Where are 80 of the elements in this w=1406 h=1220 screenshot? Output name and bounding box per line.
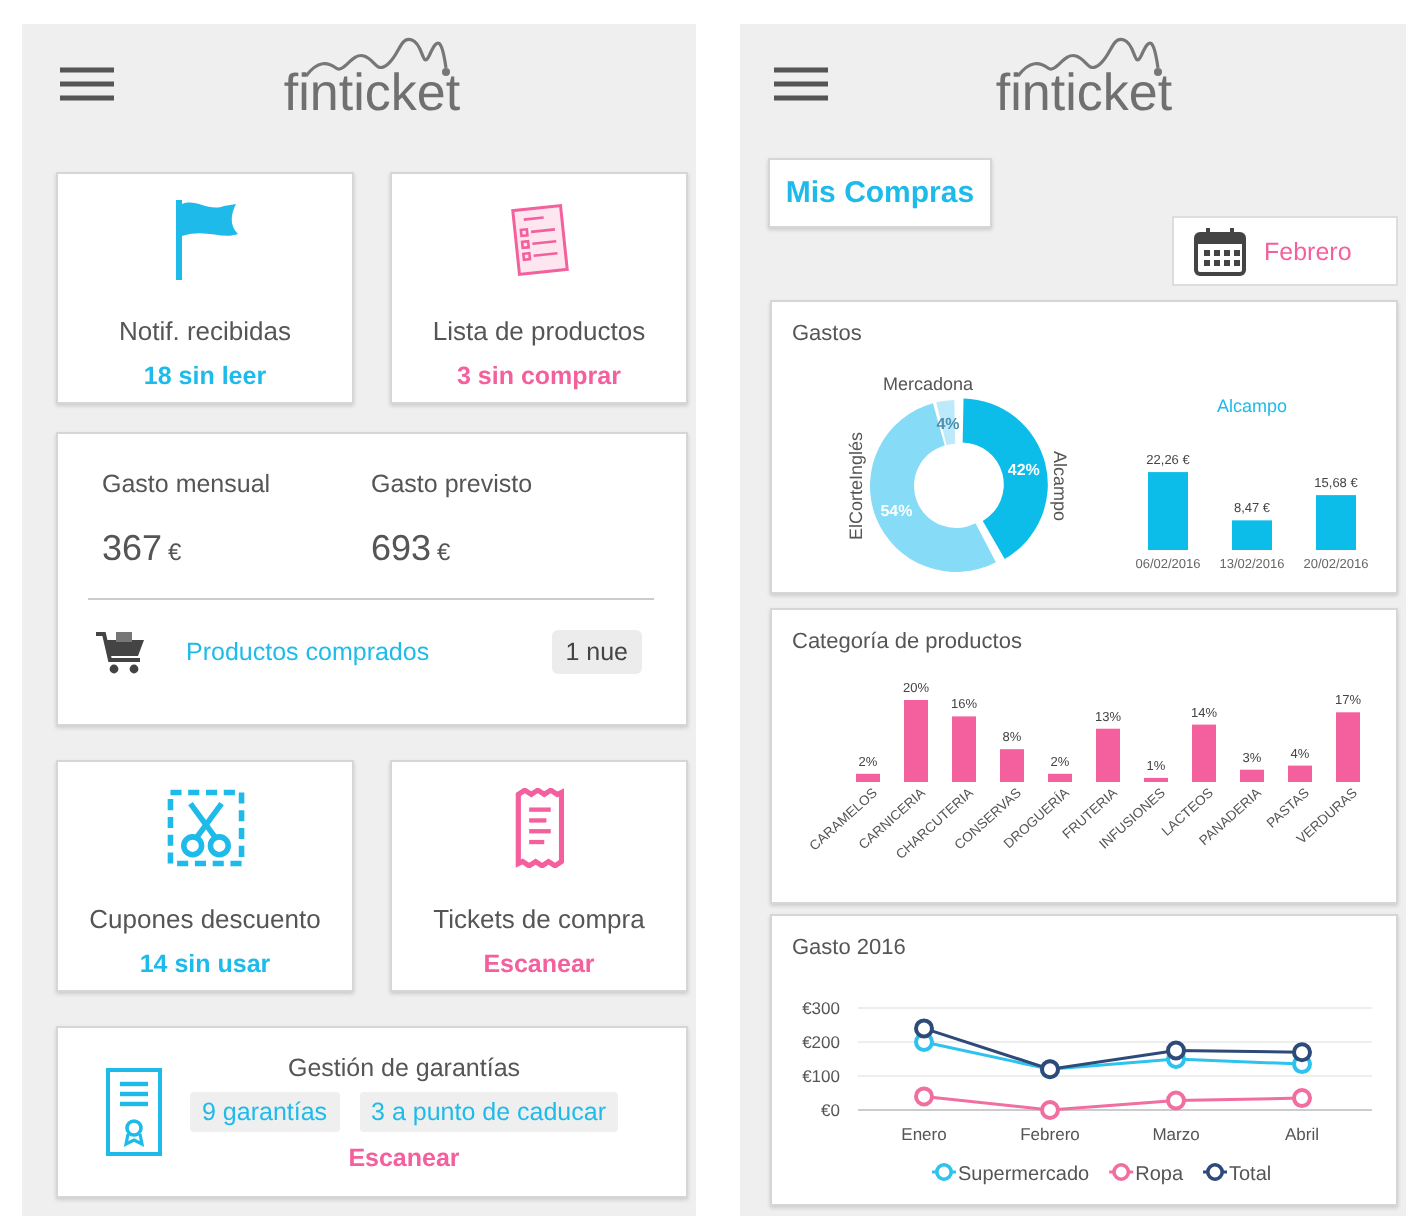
slice-label: 42% — [1007, 460, 1040, 479]
tile-status: 18 sin leer — [143, 362, 267, 390]
slice-label: 54% — [880, 501, 913, 520]
bar — [856, 773, 880, 782]
menu-icon[interactable] — [60, 66, 114, 102]
card-title: Gastos — [792, 322, 864, 346]
bar — [1288, 765, 1312, 782]
calendar-icon — [1194, 227, 1246, 275]
bar — [1000, 749, 1024, 782]
bar — [1192, 724, 1216, 782]
y-axis-label: €0 — [821, 1100, 840, 1120]
currency-symbol: € — [168, 538, 182, 566]
tile-status: Escanear — [483, 950, 595, 978]
flag-icon — [171, 200, 239, 280]
data-point — [914, 1086, 934, 1107]
status-chip[interactable]: 9 garantías — [190, 1091, 340, 1131]
app-logo: finticket — [995, 68, 1173, 116]
amount-value: 693 — [371, 528, 432, 570]
tile-card[interactable]: Lista de productos 3 sin comprar — [390, 172, 688, 404]
tile-title: Notif. recibidas — [119, 316, 291, 346]
bar — [952, 716, 976, 782]
bar — [1144, 777, 1168, 782]
data-point — [1166, 1090, 1186, 1111]
category-label: Mercadona — [882, 374, 974, 394]
legend-marker-icon — [1109, 1163, 1134, 1181]
tile-card[interactable]: Cupones descuento 14 sin usar — [56, 760, 354, 992]
data-point — [1292, 1042, 1312, 1063]
tile-title: Lista de productos — [432, 316, 646, 346]
y-axis-label: €200 — [802, 1032, 840, 1052]
month-picker[interactable]: Febrero — [1172, 216, 1398, 286]
amount-value: 367 — [102, 528, 163, 570]
chart-title: Alcampo — [1217, 396, 1287, 416]
data-point — [1292, 1088, 1312, 1109]
tile-card[interactable]: Notif. recibidas 18 sin leer — [56, 172, 354, 404]
bar — [1048, 773, 1072, 782]
cart-icon — [96, 630, 144, 674]
currency-symbol: € — [437, 538, 451, 566]
bar — [1232, 520, 1272, 550]
card-title: Gasto 2016 — [792, 936, 908, 960]
x-axis-label: Enero — [901, 1124, 947, 1144]
count-badge: 1 nue — [551, 630, 642, 674]
x-axis-label: Abril — [1285, 1124, 1319, 1144]
tile-title: Tickets de compra — [433, 904, 645, 934]
receipt-icon — [513, 788, 565, 868]
tile-card[interactable]: Tickets de compra Escanear — [390, 760, 688, 992]
scissors-icon — [165, 788, 245, 868]
legend-label: Total — [1229, 1164, 1272, 1186]
bar — [1096, 728, 1120, 782]
bar — [1240, 769, 1264, 782]
bar — [1148, 472, 1188, 550]
tile-status: 3 sin comprar — [457, 362, 621, 390]
scan-link[interactable]: Escanear — [348, 1143, 460, 1171]
y-axis-label: €100 — [802, 1066, 840, 1086]
tile-status: 14 sin usar — [139, 950, 271, 978]
products-link[interactable]: Productos comprados — [186, 638, 430, 666]
legend-marker-icon — [932, 1163, 956, 1181]
status-chip[interactable]: 3 a punto de caducar — [359, 1091, 618, 1131]
category-label: ElCorteInglés — [846, 431, 866, 541]
data-point — [914, 1018, 934, 1039]
x-axis-label: Febrero — [1020, 1124, 1080, 1144]
y-axis-label: €300 — [802, 998, 840, 1018]
figure-label: Gasto mensual — [102, 470, 273, 498]
card-title: Categoría de productos — [792, 630, 1024, 654]
bar — [1316, 495, 1356, 550]
page-title: Mis Compras — [768, 158, 992, 228]
bar — [1336, 712, 1360, 782]
figure-label: Gasto previsto — [371, 470, 535, 498]
data-point — [1040, 1100, 1060, 1120]
month-label: Febrero — [1264, 237, 1352, 265]
bar — [904, 700, 928, 782]
warranty-title: Gestión de garantías — [287, 1053, 521, 1081]
x-axis-label: Marzo — [1152, 1124, 1200, 1144]
legend-marker-icon — [1203, 1163, 1227, 1181]
legend-label: Supermercado — [958, 1164, 1090, 1186]
certificate-icon — [106, 1068, 162, 1156]
legend-label: Ropa — [1135, 1164, 1183, 1186]
app-logo: finticket — [283, 68, 461, 116]
tile-title: Cupones descuento — [89, 904, 321, 934]
category-label: Alcampo — [1050, 451, 1070, 521]
menu-icon[interactable] — [774, 66, 828, 102]
